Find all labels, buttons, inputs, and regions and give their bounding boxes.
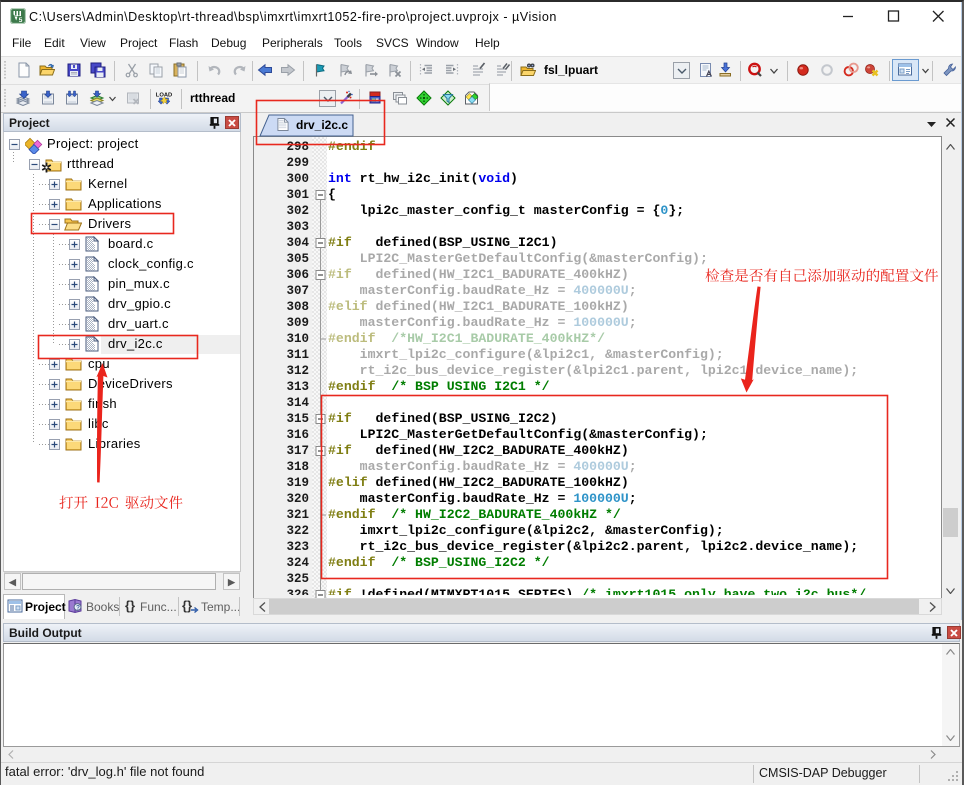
- svg-text:5: 5: [19, 17, 23, 24]
- svg-text:?: ?: [76, 605, 80, 612]
